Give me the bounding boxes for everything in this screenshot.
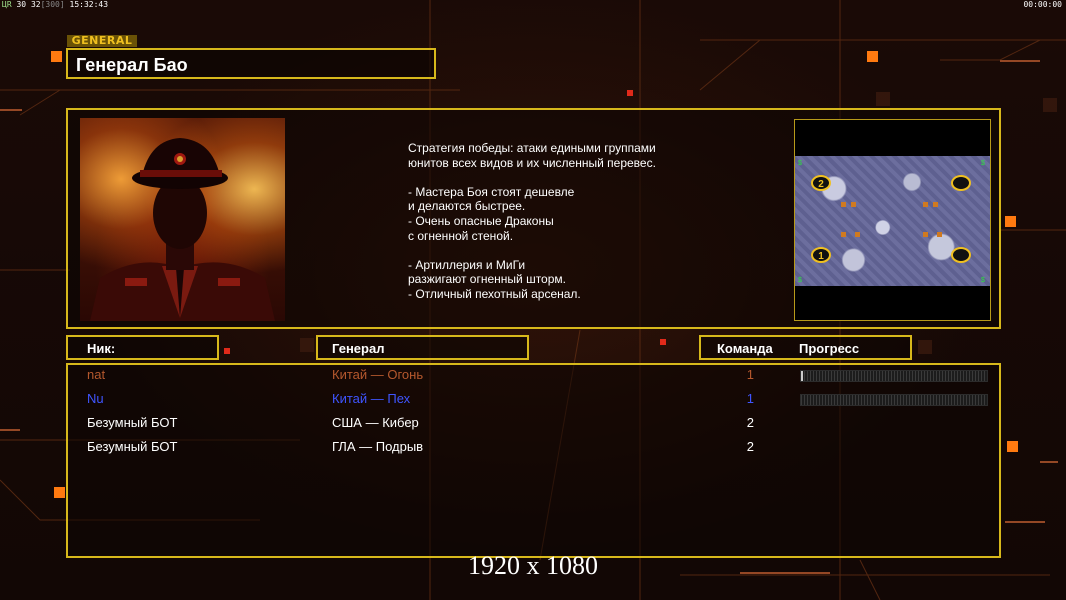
game-timer: 00:00:00 (1023, 0, 1062, 9)
strategy-description: Стратегия победы: атаки едиными группами… (408, 141, 656, 301)
player-row[interactable]: Nu Китай — Пех 1 (68, 391, 1003, 411)
map-terrain: 2 1 $ $ $ $ (795, 156, 990, 286)
player-general: Китай — Огонь (332, 367, 424, 382)
fps-value: 30 (16, 0, 27, 9)
start-position-1: 1 (818, 251, 824, 262)
fps-target: 32 (30, 0, 41, 9)
loading-progress-fill (801, 371, 803, 381)
general-info-panel: Стратегия победы: атаки едиными группами… (66, 108, 1001, 329)
player-nick: nat (87, 367, 106, 382)
player-general: США — Кибер (332, 415, 419, 430)
fps-limit: [300] (40, 0, 65, 9)
player-nick: Безумный БОТ (87, 415, 178, 430)
column-team-label: Команда (717, 341, 773, 356)
clock: 15:32:43 (69, 0, 109, 9)
fps-label: ЦR (2, 0, 12, 9)
player-team: 2 (746, 439, 754, 454)
player-nick: Безумный БОТ (87, 439, 178, 454)
player-row[interactable]: Безумный БОТ США — Кибер 2 (68, 415, 1003, 435)
fps-readout: ЦR 30 32[300] 15:32:43 (2, 0, 108, 9)
column-header-team-progress: Команда Прогресс (699, 335, 912, 360)
column-nick-label: Ник: (87, 341, 116, 356)
player-team: 1 (746, 367, 754, 382)
player-list: nat Китай — Огонь 1 Nu Китай — Пех 1 Безумный … (66, 363, 1001, 558)
supply-marker: $ (798, 160, 802, 167)
player-general: ГЛА — Подрыв (332, 439, 424, 454)
loading-progress-bar (800, 394, 988, 406)
column-header-nick: Ник: (66, 335, 219, 360)
player-row[interactable]: nat Китай — Огонь 1 (68, 367, 1003, 387)
general-title-box: Генерал Бао (66, 48, 436, 79)
player-nick: Nu (87, 391, 104, 406)
resolution-label: 1920 x 1080 (468, 551, 598, 580)
supply-marker: $ (798, 277, 802, 284)
supply-marker: $ (981, 277, 985, 284)
player-general: Китай — Пех (332, 391, 411, 406)
player-team: 2 (746, 415, 754, 430)
start-position-2: 2 (818, 179, 824, 190)
map-markers: 2 1 $ $ $ $ (798, 160, 985, 284)
player-row[interactable]: Безумный БОТ ГЛА — Подрыв 2 (68, 439, 1003, 459)
map-preview[interactable]: 2 1 $ $ $ $ (794, 119, 991, 321)
general-name: Генерал Бао (76, 55, 188, 75)
supply-marker: $ (981, 160, 985, 167)
column-progress-label: Прогресс (799, 341, 860, 356)
loading-progress-bar (800, 370, 988, 382)
general-tag: GENERAL (67, 35, 137, 47)
general-portrait (80, 118, 285, 321)
general-portrait-figure (90, 138, 275, 321)
column-general-label: Генерал (332, 341, 385, 356)
column-header-general: Генерал (316, 335, 529, 360)
player-team: 1 (746, 391, 754, 406)
